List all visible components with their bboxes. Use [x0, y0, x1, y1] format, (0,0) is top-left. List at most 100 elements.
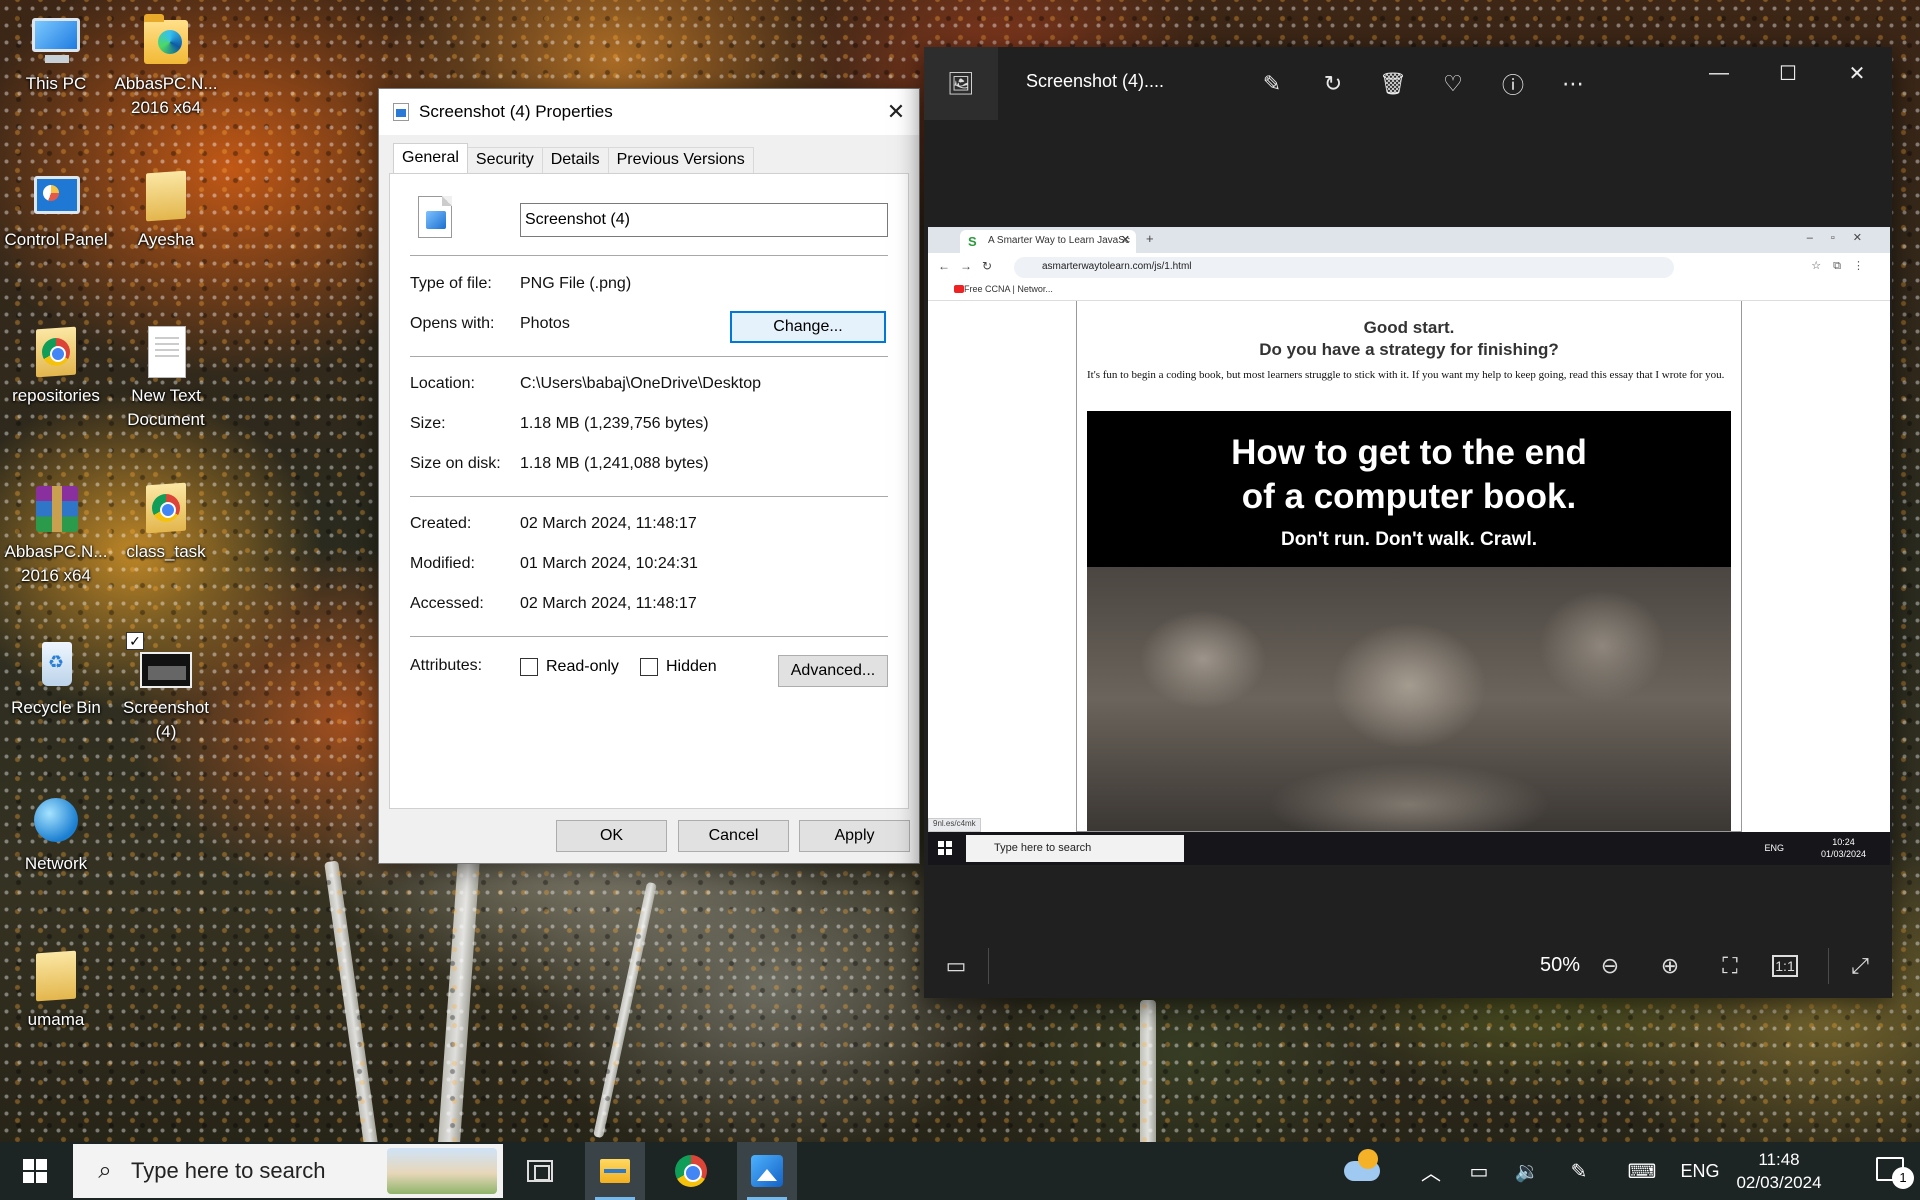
desktop-icon-abbaspc-1[interactable]: AbbasPC.N... 2016 x64 [113, 12, 219, 120]
crawling-people-photo [1087, 567, 1731, 831]
chrome-button[interactable] [661, 1142, 721, 1200]
more-button[interactable]: ⋯ [1555, 66, 1591, 102]
tab-details[interactable]: Details [541, 147, 609, 173]
inner-date: 01/03/2024 [1820, 849, 1866, 859]
close-button[interactable]: ✕ [1822, 47, 1892, 99]
edit-image-button[interactable]: ✎ [1254, 66, 1290, 102]
desktop-icon-control-panel[interactable]: Control Panel [3, 168, 109, 252]
advanced-button[interactable]: Advanced... [778, 655, 888, 687]
desktop-icon-label: class_task [126, 542, 206, 561]
desktop-icon-repositories[interactable]: repositories [3, 324, 109, 408]
tab-previous-versions[interactable]: Previous Versions [607, 147, 754, 173]
banner-line3: Don't run. Don't walk. Crawl. [1280, 529, 1538, 550]
tab-security[interactable]: Security [466, 147, 543, 173]
expand-button[interactable]: ⤢ [1842, 948, 1878, 984]
banner-line2: of a computer book. [1241, 477, 1577, 516]
text-document-icon [138, 324, 194, 380]
displayed-image[interactable]: S A Smarter Way to Learn JavaSc ✕ + –▫✕ … [928, 227, 1890, 832]
accessed-value: 02 March 2024, 11:48:17 [520, 595, 697, 612]
selection-checkbox[interactable]: ✓ [126, 632, 144, 650]
type-label: Type of file: [410, 275, 492, 292]
volume-button[interactable]: 🔉 [1508, 1142, 1546, 1200]
desktop-icon-new-text-document[interactable]: New Text Document [113, 324, 219, 432]
minimize-button[interactable]: — [1684, 47, 1754, 99]
desktop-icon-umama[interactable]: umama [3, 948, 109, 1032]
desktop-icon-recycle-bin[interactable]: Recycle Bin [3, 636, 109, 720]
clock-time: 11:48 [1758, 1150, 1800, 1169]
general-panel: Type of file: PNG File (.png) Opens with… [389, 173, 909, 809]
fit-icon: ⛶ [1722, 953, 1738, 978]
fit-button[interactable]: ⛶ [1712, 948, 1748, 984]
desktop-icon-this-pc[interactable]: This PC [3, 12, 109, 96]
notification-center-button[interactable]: 1 [1876, 1157, 1914, 1189]
desktop-icon-label: Screenshot (4) [123, 698, 209, 741]
file-explorer-button[interactable] [585, 1142, 645, 1200]
banner-line1: How to get to the end [1231, 433, 1587, 472]
touch-keyboard-button[interactable]: ⌨ [1620, 1142, 1664, 1200]
readonly-checkbox[interactable]: Read-only [520, 658, 619, 676]
desktop-icon-label: Recycle Bin [11, 698, 101, 717]
close-button[interactable]: ✕ [873, 89, 919, 135]
zoom-in-button[interactable]: ⊕ [1652, 948, 1688, 984]
zoom-out-button[interactable]: ⊖ [1592, 948, 1628, 984]
folder-icon [138, 168, 194, 224]
ok-button[interactable]: OK [556, 820, 667, 852]
rotate-button[interactable]: ↻ [1315, 66, 1351, 102]
photos-app-button[interactable]: 🖼 [924, 47, 998, 120]
desktop-icon-label: This PC [25, 74, 87, 93]
cancel-button[interactable]: Cancel [678, 820, 789, 852]
dialog-title-bar[interactable]: Screenshot (4) Properties ✕ [379, 89, 919, 135]
winrar-icon [28, 480, 84, 536]
start-button[interactable] [0, 1142, 70, 1200]
hidden-label: Hidden [666, 658, 717, 675]
bookmark-item: Free CCNA | Networ... [964, 284, 1053, 294]
close-icon: ✕ [1848, 62, 1866, 85]
clock[interactable]: 11:48 02/03/2024 [1724, 1148, 1834, 1194]
apply-button[interactable]: Apply [799, 820, 910, 852]
task-view-icon [527, 1160, 553, 1182]
divider [410, 496, 888, 497]
task-view-button[interactable] [510, 1142, 570, 1200]
windows-logo-icon [23, 1159, 47, 1183]
photos-icon [751, 1155, 783, 1187]
battery-button[interactable]: ▭ [1460, 1142, 1498, 1200]
size-label: Size: [410, 415, 446, 432]
info-button[interactable]: ⓘ [1495, 66, 1531, 102]
show-hidden-icons-button[interactable]: ︿ [1412, 1142, 1450, 1200]
taskbar: ⌕ Type here to search ︿ ▭ 🔉 ✎ ⌨ ENG 11:4… [0, 1142, 1920, 1200]
network-icon [28, 792, 84, 848]
inner-taskbar: Type here to search ENG 10:24 01/03/2024 [928, 832, 1890, 865]
actual-size-button[interactable]: 1:1 [1772, 955, 1798, 977]
close-icon: ✕ [886, 99, 906, 124]
inner-time: 10:24 [1832, 837, 1855, 847]
hidden-checkbox[interactable]: Hidden [640, 658, 717, 676]
filmstrip-button[interactable]: ▭ [938, 948, 974, 984]
desktop-icon-network[interactable]: Network [3, 792, 109, 876]
pen-button[interactable]: ✎ [1560, 1142, 1598, 1200]
photos-bottom-bar: ▭ 50% ⊖ ⊕ ⛶ 1:1 ⤢ [924, 934, 1892, 998]
actual-size-icon: 1:1 [1775, 958, 1795, 974]
essay-banner: How to get to the end of a computer book… [1087, 411, 1731, 831]
tab-general[interactable]: General [393, 143, 468, 173]
photos-button[interactable] [737, 1142, 797, 1200]
properties-dialog: Screenshot (4) Properties ✕ General Secu… [378, 88, 920, 864]
language-button[interactable]: ENG [1676, 1142, 1724, 1200]
modified-label: Modified: [410, 555, 475, 572]
file-name-input[interactable] [520, 203, 888, 237]
desktop-icon-class-task[interactable]: class_task [113, 480, 219, 564]
close-icon: ✕ [1120, 234, 1130, 246]
desktop-icon-ayesha[interactable]: Ayesha [113, 168, 219, 252]
weather-button[interactable] [1338, 1142, 1386, 1200]
delete-button[interactable]: 🗑 [1375, 66, 1411, 102]
maximize-button[interactable]: ☐ [1753, 47, 1823, 99]
desktop-icon-screenshot-4[interactable]: ✓ Screenshot (4) [113, 632, 219, 744]
photos-title-bar[interactable]: 🖼 Screenshot (4).... ✎ ↻ 🗑 ♡ ⓘ ⋯ — ☐ ✕ [924, 47, 1892, 120]
location-value: C:\Users\babaj\OneDrive\Desktop [520, 375, 761, 392]
desktop-icon-abbaspc-2[interactable]: AbbasPC.N... 2016 x64 [3, 480, 109, 588]
favorite-button[interactable]: ♡ [1435, 66, 1471, 102]
taskbar-search-box[interactable]: ⌕ Type here to search [73, 1144, 503, 1198]
windows-logo-icon [938, 841, 952, 855]
photo-title: Screenshot (4).... [1026, 71, 1165, 91]
change-button[interactable]: Change... [730, 311, 886, 343]
address-bar: asmarterwaytolearn.com/js/1.html [1014, 257, 1674, 278]
